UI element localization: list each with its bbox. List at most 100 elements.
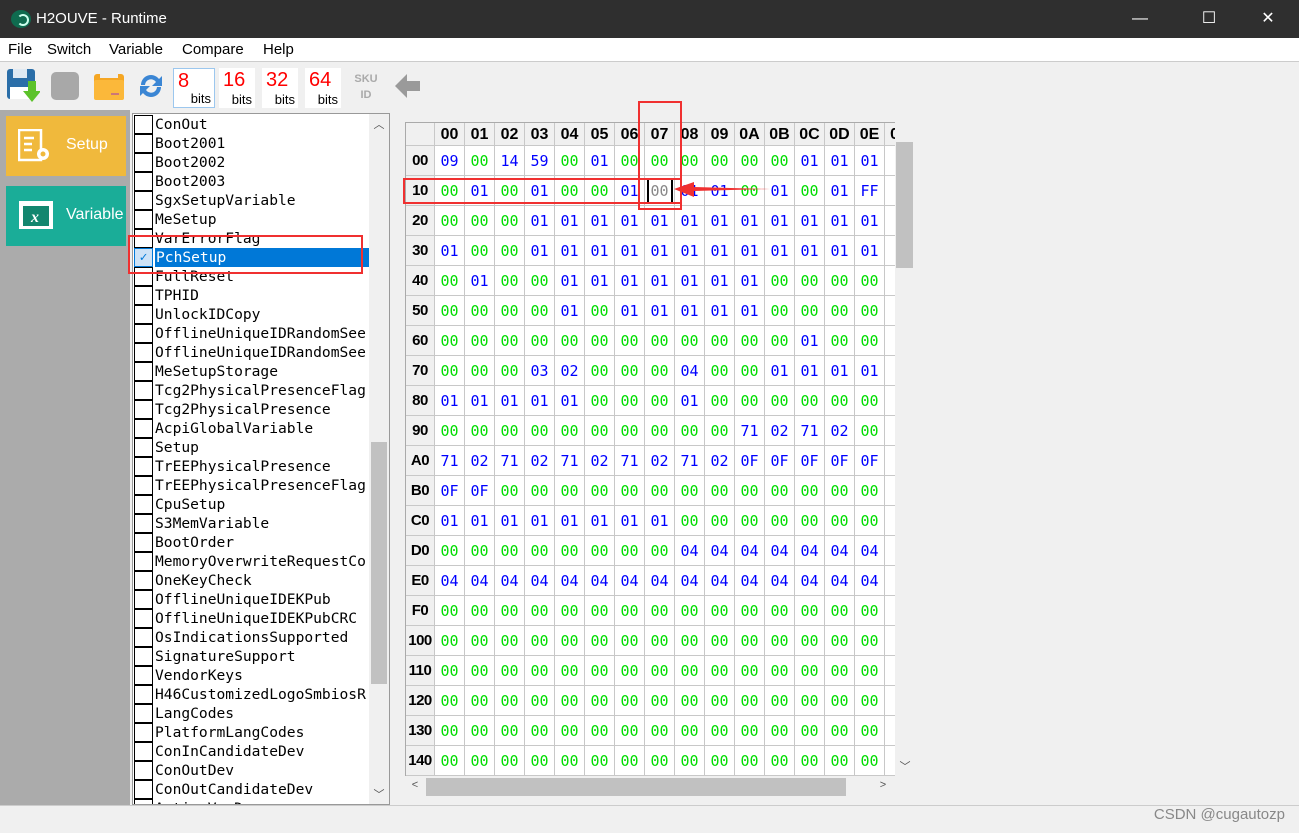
- hex-cell[interactable]: 00: [735, 506, 765, 536]
- hex-cell[interactable]: 00: [675, 146, 705, 176]
- hex-cell[interactable]: 00: [435, 206, 465, 236]
- hex-cell[interactable]: 00: [465, 746, 495, 776]
- scroll-up-arrow-icon[interactable]: ︿: [369, 116, 389, 132]
- hex-cell[interactable]: 01: [435, 506, 465, 536]
- hex-cell[interactable]: 00: [735, 146, 765, 176]
- checkbox[interactable]: [134, 115, 153, 134]
- list-item[interactable]: ConInCandidateDev: [133, 742, 369, 761]
- checkbox[interactable]: [134, 286, 153, 305]
- hex-cell[interactable]: 00: [645, 326, 675, 356]
- hex-cell[interactable]: [885, 716, 895, 746]
- hex-cell[interactable]: 00: [645, 386, 675, 416]
- menu-file[interactable]: File: [8, 41, 32, 58]
- hex-cell[interactable]: 00: [825, 716, 855, 746]
- list-item[interactable]: Setup: [133, 438, 369, 457]
- hex-cell[interactable]: [885, 446, 895, 476]
- list-item[interactable]: UnlockIDCopy: [133, 305, 369, 324]
- hex-cell[interactable]: 00: [765, 686, 795, 716]
- hex-cell[interactable]: 00: [495, 266, 525, 296]
- hex-cell[interactable]: 00: [645, 536, 675, 566]
- hex-cell[interactable]: 00: [735, 386, 765, 416]
- hex-cell[interactable]: 00: [435, 716, 465, 746]
- hex-cell[interactable]: 00: [825, 656, 855, 686]
- hex-cell[interactable]: 00: [525, 596, 555, 626]
- grid-horizontal-scrollbar[interactable]: < >: [405, 776, 895, 798]
- hex-cell[interactable]: [885, 596, 895, 626]
- list-item[interactable]: ConOutCandidateDev: [133, 780, 369, 799]
- hex-cell[interactable]: 00: [825, 626, 855, 656]
- hex-cell[interactable]: 04: [675, 356, 705, 386]
- hex-cell[interactable]: 00: [825, 326, 855, 356]
- list-item[interactable]: Boot2001: [133, 134, 369, 153]
- list-item[interactable]: FullReset: [133, 267, 369, 286]
- hex-cell[interactable]: 00: [735, 686, 765, 716]
- hex-cell[interactable]: 00: [615, 686, 645, 716]
- open-folder-icon[interactable]: [92, 67, 126, 108]
- hex-cell[interactable]: 04: [675, 566, 705, 596]
- hex-cell[interactable]: 01: [795, 236, 825, 266]
- hex-cell[interactable]: 02: [585, 446, 615, 476]
- hex-cell[interactable]: FF: [855, 176, 885, 206]
- checkbox[interactable]: [134, 723, 153, 742]
- hex-cell[interactable]: 01: [615, 266, 645, 296]
- hex-cell[interactable]: 01: [615, 176, 645, 206]
- hex-cell[interactable]: 00: [825, 746, 855, 776]
- list-item[interactable]: OfflineUniqueIDRandomSee: [133, 343, 369, 362]
- hex-cell[interactable]: 00: [555, 476, 585, 506]
- hex-cell[interactable]: 00: [495, 626, 525, 656]
- checkbox[interactable]: [134, 343, 153, 362]
- hex-cell[interactable]: 01: [465, 386, 495, 416]
- checkbox[interactable]: [134, 704, 153, 723]
- checkbox[interactable]: [134, 590, 153, 609]
- checkbox[interactable]: [134, 571, 153, 590]
- hex-cell[interactable]: 01: [795, 326, 825, 356]
- hex-cell[interactable]: 00: [735, 596, 765, 626]
- hex-cell[interactable]: 01: [615, 296, 645, 326]
- hex-cell[interactable]: 01: [435, 386, 465, 416]
- list-item[interactable]: VendorKeys: [133, 666, 369, 685]
- hex-cell[interactable]: 14: [495, 146, 525, 176]
- hex-cell[interactable]: 00: [495, 206, 525, 236]
- hex-cell[interactable]: 00: [855, 266, 885, 296]
- hex-cell[interactable]: 71: [675, 446, 705, 476]
- hex-cell[interactable]: 0F: [435, 476, 465, 506]
- hex-cell[interactable]: 00: [435, 686, 465, 716]
- hex-cell[interactable]: 00: [495, 596, 525, 626]
- scroll-right-arrow-icon[interactable]: >: [873, 779, 893, 791]
- hex-cell[interactable]: 00: [495, 686, 525, 716]
- checkbox[interactable]: [134, 457, 153, 476]
- hex-cell[interactable]: 04: [615, 566, 645, 596]
- hex-cell[interactable]: [885, 236, 895, 266]
- 8-bits-button[interactable]: 8 bits: [173, 68, 215, 108]
- hex-cell[interactable]: 00: [825, 386, 855, 416]
- hex-cell[interactable]: 00: [615, 476, 645, 506]
- hex-cell[interactable]: 01: [495, 386, 525, 416]
- hex-cell[interactable]: 04: [585, 566, 615, 596]
- list-item[interactable]: ConOutDev: [133, 761, 369, 780]
- hex-cell[interactable]: 00: [465, 656, 495, 686]
- hex-cell[interactable]: 01: [465, 266, 495, 296]
- menu-compare[interactable]: Compare: [182, 41, 244, 58]
- scroll-down-arrow-icon[interactable]: ﹀: [369, 786, 389, 802]
- hex-cell[interactable]: 00: [855, 386, 885, 416]
- hex-cell[interactable]: 01: [525, 176, 555, 206]
- hex-cell[interactable]: 00: [555, 656, 585, 686]
- hex-cell[interactable]: 04: [855, 536, 885, 566]
- checkbox[interactable]: [134, 533, 153, 552]
- hex-cell[interactable]: 71: [495, 446, 525, 476]
- checkbox[interactable]: [134, 780, 153, 799]
- hex-cell[interactable]: 00: [585, 176, 615, 206]
- hex-cell[interactable]: 00: [795, 506, 825, 536]
- hex-cell[interactable]: 00: [795, 176, 825, 206]
- hex-cell[interactable]: 00: [855, 326, 885, 356]
- checkbox[interactable]: [134, 495, 153, 514]
- hex-cell[interactable]: 01: [645, 506, 675, 536]
- hex-cell[interactable]: 00: [675, 506, 705, 536]
- hex-cell[interactable]: 01: [795, 206, 825, 236]
- hex-cell[interactable]: 00: [615, 326, 645, 356]
- hex-cell[interactable]: 0F: [735, 446, 765, 476]
- hex-cell[interactable]: 04: [705, 566, 735, 596]
- hex-cell[interactable]: 00: [525, 326, 555, 356]
- hex-cell[interactable]: 01: [555, 296, 585, 326]
- setup-nav-button[interactable]: Setup: [6, 116, 126, 176]
